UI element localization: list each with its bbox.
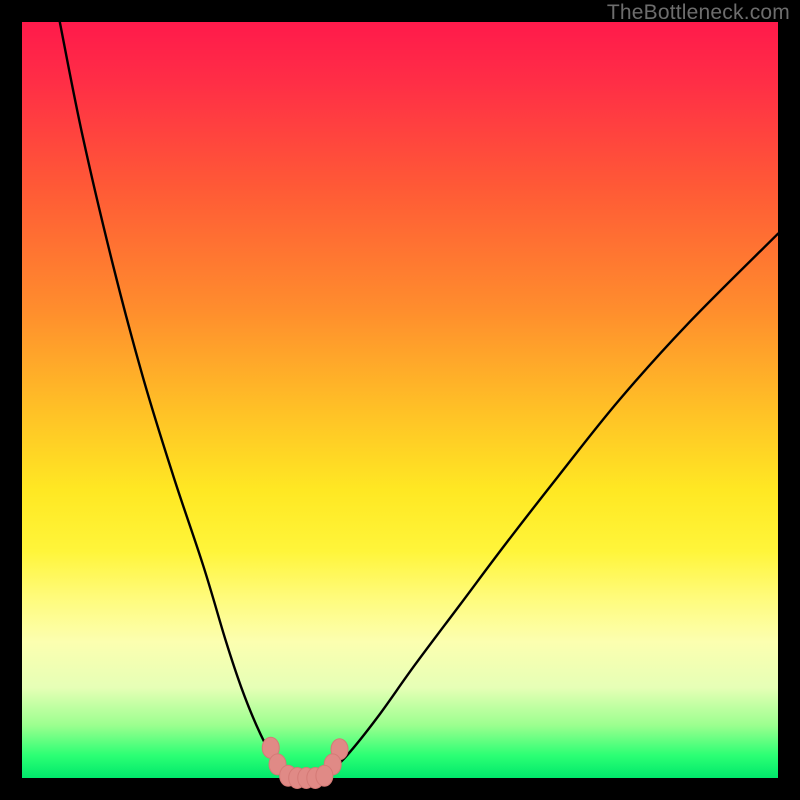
curve-group xyxy=(60,22,778,778)
plot-area xyxy=(22,22,778,778)
marker-bottom-e xyxy=(316,765,333,786)
chart-svg xyxy=(22,22,778,778)
outer-frame: TheBottleneck.com xyxy=(0,0,800,800)
attribution-text: TheBottleneck.com xyxy=(607,1,790,25)
marker-group xyxy=(262,737,348,788)
bottleneck-curve xyxy=(60,22,778,778)
